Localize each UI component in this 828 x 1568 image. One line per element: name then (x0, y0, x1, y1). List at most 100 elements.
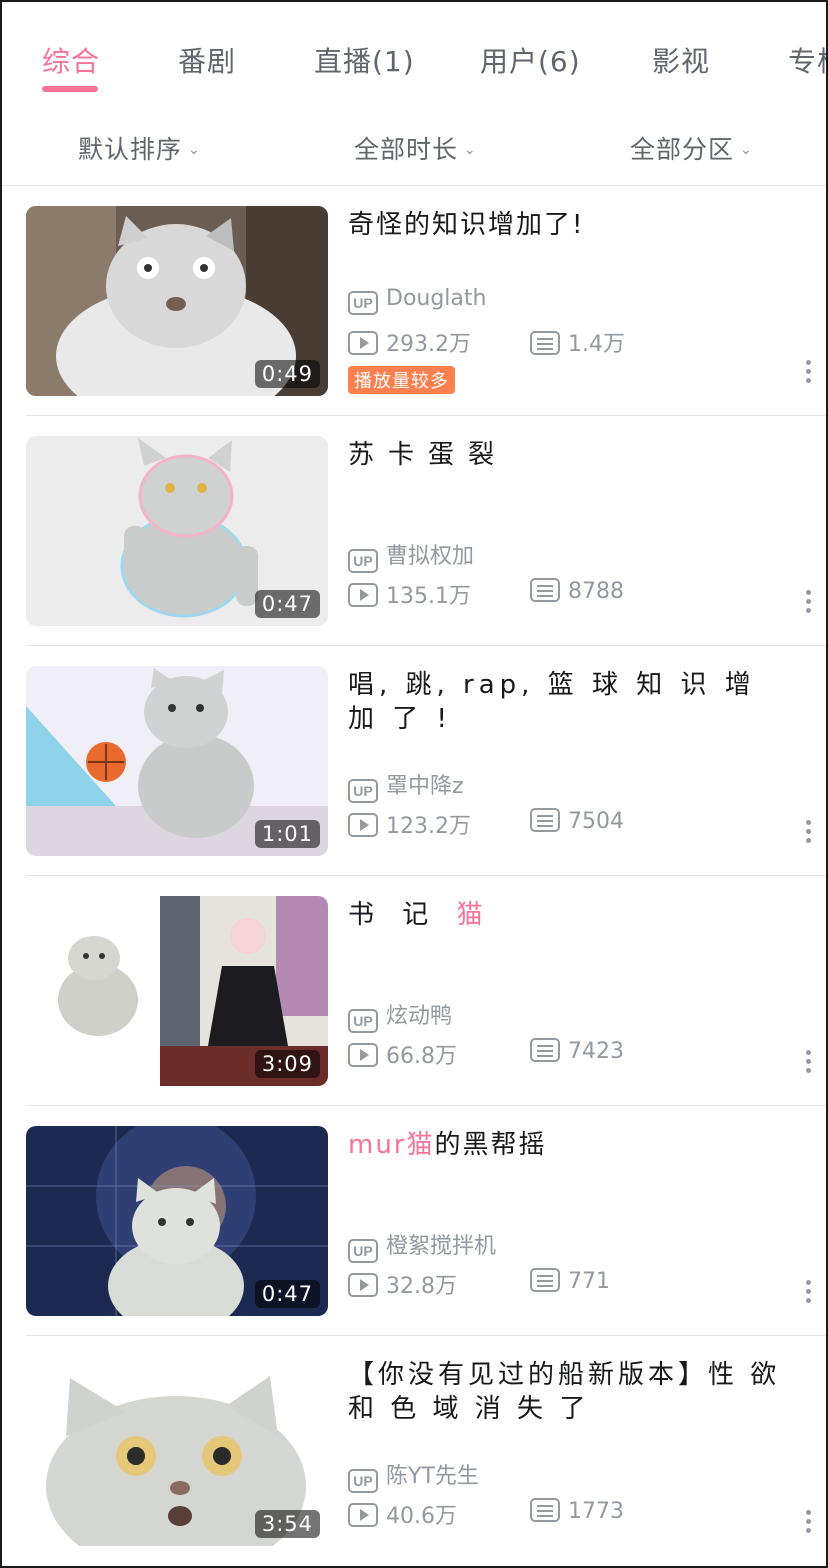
view-count-value: 135.1万 (386, 584, 471, 609)
video-item[interactable]: 0:49 奇怪的知识增加了! UP Douglath 293.2万 1.4万 播放… (26, 186, 826, 416)
view-count-value: 32.8万 (386, 1274, 457, 1299)
video-title[interactable]: 苏卡蛋裂 (348, 438, 798, 472)
more-options-icon[interactable] (804, 820, 812, 847)
uploader-name: 曹拟权加 (386, 544, 475, 569)
video-title[interactable]: 唱, 跳, rap, 篮 球 知 识 增 加 了 ! (348, 668, 798, 736)
video-item[interactable]: 3:09 书 记 猫 UP 炫动鸭 66.8万 7423 (26, 876, 826, 1106)
video-title[interactable]: 书 记 猫 (348, 898, 798, 932)
video-stats: 123.2万 7504 (348, 808, 624, 840)
video-item[interactable]: 3:54 【你没有见过的船新版本】性 欲 和 色 域 消 失 了 UP 陈YT先生… (26, 1336, 826, 1566)
video-thumbnail[interactable]: 0:49 (26, 206, 328, 396)
popular-badge: 播放量较多 (348, 366, 455, 394)
video-stats: 40.6万 1773 (348, 1498, 624, 1530)
video-thumbnail[interactable]: 3:54 (26, 1356, 328, 1546)
sort-filter-label: 默认排序 (78, 135, 183, 164)
more-options-icon[interactable] (804, 1280, 812, 1307)
video-thumbnail[interactable]: 0:47 (26, 436, 328, 626)
up-icon: UP (348, 291, 378, 315)
video-item[interactable]: 1:01 唱, 跳, rap, 篮 球 知 识 增 加 了 ! UP 罩中降z 1… (26, 646, 826, 876)
video-uploader[interactable]: UP 橙絮搅拌机 (348, 1228, 496, 1263)
view-count: 135.1万 (348, 578, 471, 610)
search-results-page: 综合 番剧 直播(1) 用户(6) 影视 专栏 默认排序 ⌄ 全部时长 ⌄ 全部分区… (0, 0, 828, 1568)
video-stats: 66.8万 7423 (348, 1038, 624, 1070)
video-duration: 0:47 (254, 1280, 320, 1308)
play-count-icon (348, 1273, 378, 1297)
up-icon: UP (348, 1469, 378, 1493)
view-count: 123.2万 (348, 808, 471, 840)
uploader-name: 陈YT先生 (386, 1464, 479, 1489)
danmaku-count-value: 771 (568, 1269, 610, 1294)
tab-live[interactable]: 直播(1) (314, 40, 415, 80)
active-tab-indicator (42, 86, 98, 92)
title-text: 的黑帮摇 (434, 1130, 547, 1160)
view-count-value: 40.6万 (386, 1504, 457, 1529)
tab-bangumi[interactable]: 番剧 (178, 40, 236, 80)
view-count-value: 293.2万 (386, 332, 471, 357)
play-count-icon (348, 813, 378, 837)
video-uploader[interactable]: UP 罩中降z (348, 768, 464, 803)
view-count: 66.8万 (348, 1038, 457, 1070)
tab-users[interactable]: 用户(6) (480, 40, 581, 80)
video-title[interactable]: 奇怪的知识增加了! (348, 208, 798, 242)
video-item[interactable]: 0:47 mur猫的黑帮摇 UP 橙絮搅拌机 32.8万 771 (26, 1106, 826, 1336)
danmaku-icon (530, 1268, 560, 1292)
video-thumbnail[interactable]: 0:47 (26, 1126, 328, 1316)
view-count: 40.6万 (348, 1498, 457, 1530)
danmaku-count: 1773 (530, 1498, 624, 1524)
video-title[interactable]: 【你没有见过的船新版本】性 欲 和 色 域 消 失 了 (348, 1358, 798, 1426)
video-duration: 0:47 (254, 590, 320, 618)
video-stats: 135.1万 8788 (348, 578, 624, 610)
uploader-name: 炫动鸭 (386, 1004, 453, 1029)
uploader-name: 橙絮搅拌机 (386, 1234, 497, 1259)
danmaku-icon (530, 331, 560, 355)
title-highlight: mur猫 (348, 1130, 435, 1160)
duration-filter[interactable]: 全部时长 ⌄ (354, 130, 477, 166)
category-filter[interactable]: 全部分区 ⌄ (630, 130, 753, 166)
video-uploader[interactable]: UP 曹拟权加 (348, 538, 474, 573)
video-uploader[interactable]: UP 陈YT先生 (348, 1458, 479, 1493)
uploader-name: 罩中降z (386, 774, 464, 799)
up-icon: UP (348, 1009, 378, 1033)
tab-articles[interactable]: 专栏 (788, 40, 826, 80)
danmaku-icon (530, 1038, 560, 1062)
tab-all[interactable]: 综合 (42, 40, 100, 80)
more-options-icon[interactable] (804, 1050, 812, 1077)
up-icon: UP (348, 549, 378, 573)
uploader-name: Douglath (386, 286, 487, 311)
video-uploader[interactable]: UP 炫动鸭 (348, 998, 452, 1033)
danmaku-count: 7504 (530, 808, 624, 834)
play-count-icon (348, 1503, 378, 1527)
danmaku-count-value: 1.4万 (568, 332, 625, 357)
view-count: 293.2万 (348, 326, 471, 358)
danmaku-count-value: 8788 (568, 579, 624, 604)
danmaku-icon (530, 578, 560, 602)
more-options-icon[interactable] (804, 360, 812, 387)
video-stats: 293.2万 1.4万 (348, 326, 625, 358)
video-duration: 1:01 (254, 820, 320, 848)
video-duration: 3:09 (254, 1050, 320, 1078)
category-filter-label: 全部分区 (630, 135, 735, 164)
danmaku-count: 7423 (530, 1038, 624, 1064)
video-thumbnail[interactable]: 1:01 (26, 666, 328, 856)
danmaku-count-value: 1773 (568, 1499, 624, 1524)
video-list: 0:49 奇怪的知识增加了! UP Douglath 293.2万 1.4万 播放… (2, 186, 826, 1566)
view-count-value: 66.8万 (386, 1044, 457, 1069)
more-options-icon[interactable] (804, 590, 812, 617)
danmaku-count: 771 (530, 1268, 610, 1294)
danmaku-icon (530, 808, 560, 832)
view-count: 32.8万 (348, 1268, 457, 1300)
danmaku-count-value: 7504 (568, 809, 624, 834)
video-title[interactable]: mur猫的黑帮摇 (348, 1128, 798, 1162)
video-thumbnail[interactable]: 3:09 (26, 896, 328, 1086)
tab-movies[interactable]: 影视 (652, 40, 710, 80)
title-text: 书 记 (348, 900, 457, 930)
up-icon: UP (348, 1239, 378, 1263)
more-options-icon[interactable] (804, 1510, 812, 1537)
chevron-down-icon: ⌄ (464, 142, 477, 158)
danmaku-icon (530, 1498, 560, 1522)
sort-filter[interactable]: 默认排序 ⌄ (78, 130, 201, 166)
title-highlight: 猫 (456, 900, 493, 930)
video-item[interactable]: 0:47 苏卡蛋裂 UP 曹拟权加 135.1万 8788 (26, 416, 826, 646)
filter-bar: 默认排序 ⌄ 全部时长 ⌄ 全部分区 ⌄ (2, 112, 826, 186)
video-uploader[interactable]: UP Douglath (348, 286, 486, 315)
